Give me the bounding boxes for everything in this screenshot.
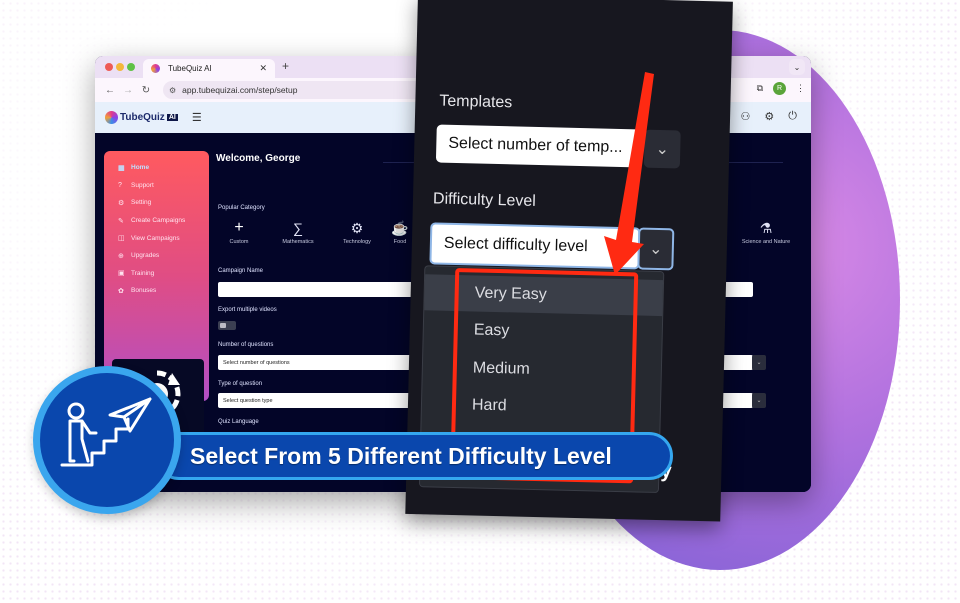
category-custom[interactable]: + Custom: [214, 217, 264, 245]
popular-category-label: Popular Category: [218, 205, 265, 211]
sidebar-item-bonuses[interactable]: ✿ Bonuses: [118, 282, 209, 300]
power-icon[interactable]: ⏻: [788, 110, 797, 123]
plus-icon: +: [234, 219, 244, 236]
browser-menu-icon[interactable]: ⋮: [796, 83, 805, 94]
sidebar-item-view-campaigns[interactable]: ◫ View Campaigns: [118, 229, 209, 247]
minimize-window-button[interactable]: [116, 63, 124, 71]
science-icon: ⚗: [759, 220, 773, 236]
mathematics-icon: ∑: [293, 220, 303, 236]
category-science-and-nature[interactable]: ⚗ Science and Nature: [741, 217, 791, 245]
app-logo[interactable]: TubeQuiz AI: [105, 111, 178, 124]
sidebar-item-setting[interactable]: ⚙ Setting: [118, 194, 209, 212]
welcome-heading: Welcome, George: [216, 153, 301, 164]
back-icon[interactable]: ←: [101, 85, 119, 96]
tab-search-button[interactable]: ⌄: [789, 59, 805, 75]
campaign-name-label: Campaign Name: [218, 268, 264, 274]
question-type-label: Type of question: [218, 381, 263, 387]
hamburger-menu-icon[interactable]: ☰: [192, 111, 202, 124]
category-food[interactable]: ☕ Food: [385, 217, 415, 245]
sidebar-item-home[interactable]: ▦ Home: [118, 159, 209, 177]
difficulty-label: Difficulty Level: [432, 190, 537, 210]
user-icon[interactable]: ⚇: [741, 110, 751, 123]
category-technology[interactable]: ⚙ Technology: [332, 217, 382, 245]
profile-avatar[interactable]: R: [773, 82, 786, 95]
forward-icon[interactable]: →: [119, 85, 137, 96]
view-icon: ◫: [118, 235, 125, 243]
export-multiple-toggle[interactable]: [218, 321, 236, 330]
export-multiple-label: Export multiple videos: [218, 307, 277, 313]
reload-icon[interactable]: ↻: [137, 85, 155, 96]
food-icon: ☕: [391, 220, 409, 236]
num-questions-label: Number of questions: [218, 342, 274, 348]
difficulty-chevron-icon[interactable]: ⌄: [637, 227, 675, 271]
tab-close-icon[interactable]: ✕: [259, 63, 267, 74]
favicon-icon: [151, 64, 160, 73]
create-icon: ✎: [118, 217, 124, 225]
sidebar-item-support[interactable]: ? Support: [118, 177, 209, 195]
training-icon: ▣: [118, 270, 125, 278]
feature-badge: [33, 366, 181, 514]
tab-title: TubeQuiz AI: [168, 64, 212, 73]
new-tab-button[interactable]: +: [282, 59, 289, 73]
logo-icon: [105, 111, 118, 124]
feature-banner: Select From 5 Different Difficulty Level: [155, 432, 673, 480]
templates-chevron-icon[interactable]: ⌄: [643, 129, 681, 169]
home-icon: ▦: [118, 164, 125, 172]
stairs-progress-icon: [60, 397, 152, 467]
gear-icon: ⚙: [118, 199, 125, 207]
maximize-window-button[interactable]: [127, 63, 135, 71]
templates-select[interactable]: Select number of temp...: [435, 124, 643, 168]
templates-label: Templates: [439, 92, 513, 112]
upgrade-icon: ⊕: [118, 252, 124, 260]
close-window-button[interactable]: [105, 63, 113, 71]
num-questions-chevron-icon[interactable]: ⌄: [752, 355, 766, 370]
sidebar-item-create-campaigns[interactable]: ✎ Create Campaigns: [118, 212, 209, 230]
url-text: app.tubequizai.com/step/setup: [182, 85, 298, 95]
gift-icon: ✿: [118, 287, 124, 295]
question-type-chevron-icon[interactable]: ⌄: [752, 393, 766, 408]
difficulty-select[interactable]: Select difficulty level: [429, 222, 641, 270]
settings-icon[interactable]: ⚙: [764, 110, 774, 123]
banner-text: Select From 5 Different Difficulty Level: [190, 442, 612, 469]
sidebar-item-training[interactable]: ▣ Training: [118, 265, 209, 283]
quiz-language-label: Quiz Language: [218, 419, 259, 425]
extensions-icon[interactable]: ⧉: [757, 83, 763, 94]
sidebar-item-upgrades[interactable]: ⊕ Upgrades: [118, 247, 209, 265]
help-icon: ?: [118, 181, 122, 189]
technology-icon: ⚙: [350, 220, 364, 236]
promo-stage: TubeQuiz AI ✕ + ⌄ ← → ↻ ⚙ app.tubequizai…: [0, 0, 960, 603]
category-mathematics[interactable]: ∑ Mathematics: [273, 217, 323, 245]
site-info-icon[interactable]: ⚙: [169, 86, 176, 95]
browser-tab[interactable]: TubeQuiz AI ✕: [143, 59, 275, 78]
